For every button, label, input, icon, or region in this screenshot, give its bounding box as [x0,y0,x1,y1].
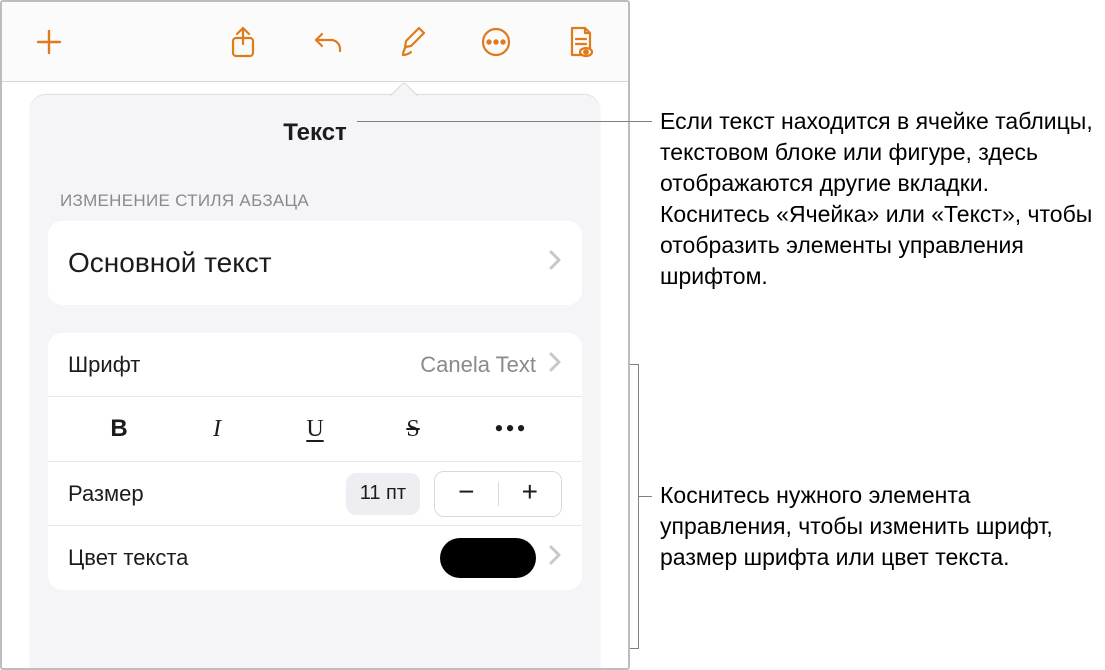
font-row[interactable]: Шрифт Canela Text [48,333,582,397]
device-screen: Текст ИЗМЕНЕНИЕ СТИЛЯ АБЗАЦА Основной те… [0,0,630,670]
more-icon[interactable] [479,21,513,63]
font-label: Шрифт [68,352,420,378]
italic-button[interactable]: I [168,403,266,455]
leader-line [638,496,652,497]
plus-icon[interactable] [32,21,66,63]
strikethrough-button[interactable]: S [364,403,462,455]
font-controls-card: Шрифт Canela Text B I U S ••• [48,333,582,590]
popover-caret-icon [390,82,418,96]
size-value-chip[interactable]: 11 пт [346,473,420,515]
text-color-label: Цвет текста [68,545,440,571]
text-color-row[interactable]: Цвет текста [48,526,582,590]
paragraph-style-card: Основной текст [48,221,582,305]
share-icon[interactable] [226,21,260,63]
callout-tabs-explanation: Если текст находится в ячейке таблицы, т… [660,106,1100,292]
chevron-right-icon [548,351,562,379]
leader-bracket-tick [630,648,639,649]
strike-glyph: S [406,416,419,443]
section-header-paragraph-style: ИЗМЕНЕНИЕ СТИЛЯ АБЗАЦА [30,169,600,221]
document-view-icon[interactable] [564,21,598,63]
leader-bracket-vertical [638,364,639,648]
leader-line [357,121,652,122]
underline-glyph: U [306,416,323,443]
size-label: Размер [68,481,346,507]
font-value: Canela Text [420,352,536,378]
popover-title: Текст [30,101,600,169]
more-text-options-button[interactable]: ••• [462,403,560,455]
size-decrease-button[interactable]: − [435,472,498,516]
more-glyph: ••• [494,414,527,444]
leader-bracket-tick [630,364,639,365]
undo-icon[interactable] [311,21,345,63]
font-size-row: Размер 11 пт − + [48,462,582,526]
format-brush-icon[interactable] [395,21,429,63]
size-increase-button[interactable]: + [499,472,562,516]
color-swatch [440,538,536,578]
text-style-buttons-row: B I U S ••• [48,397,582,462]
paragraph-style-row[interactable]: Основной текст [48,221,582,305]
toolbar [2,2,628,82]
callout-font-controls: Коснитесь нужного элемента управления, ч… [660,480,1100,573]
italic-glyph: I [213,416,221,443]
bold-button[interactable]: B [70,403,168,455]
underline-button[interactable]: U [266,403,364,455]
paragraph-style-value: Основной текст [68,247,542,279]
bold-glyph: B [110,415,127,443]
chevron-right-icon [548,544,562,572]
size-stepper: − + [434,471,562,517]
chevron-right-icon [548,249,562,277]
format-popover: Текст ИЗМЕНЕНИЕ СТИЛЯ АБЗАЦА Основной те… [30,94,600,668]
